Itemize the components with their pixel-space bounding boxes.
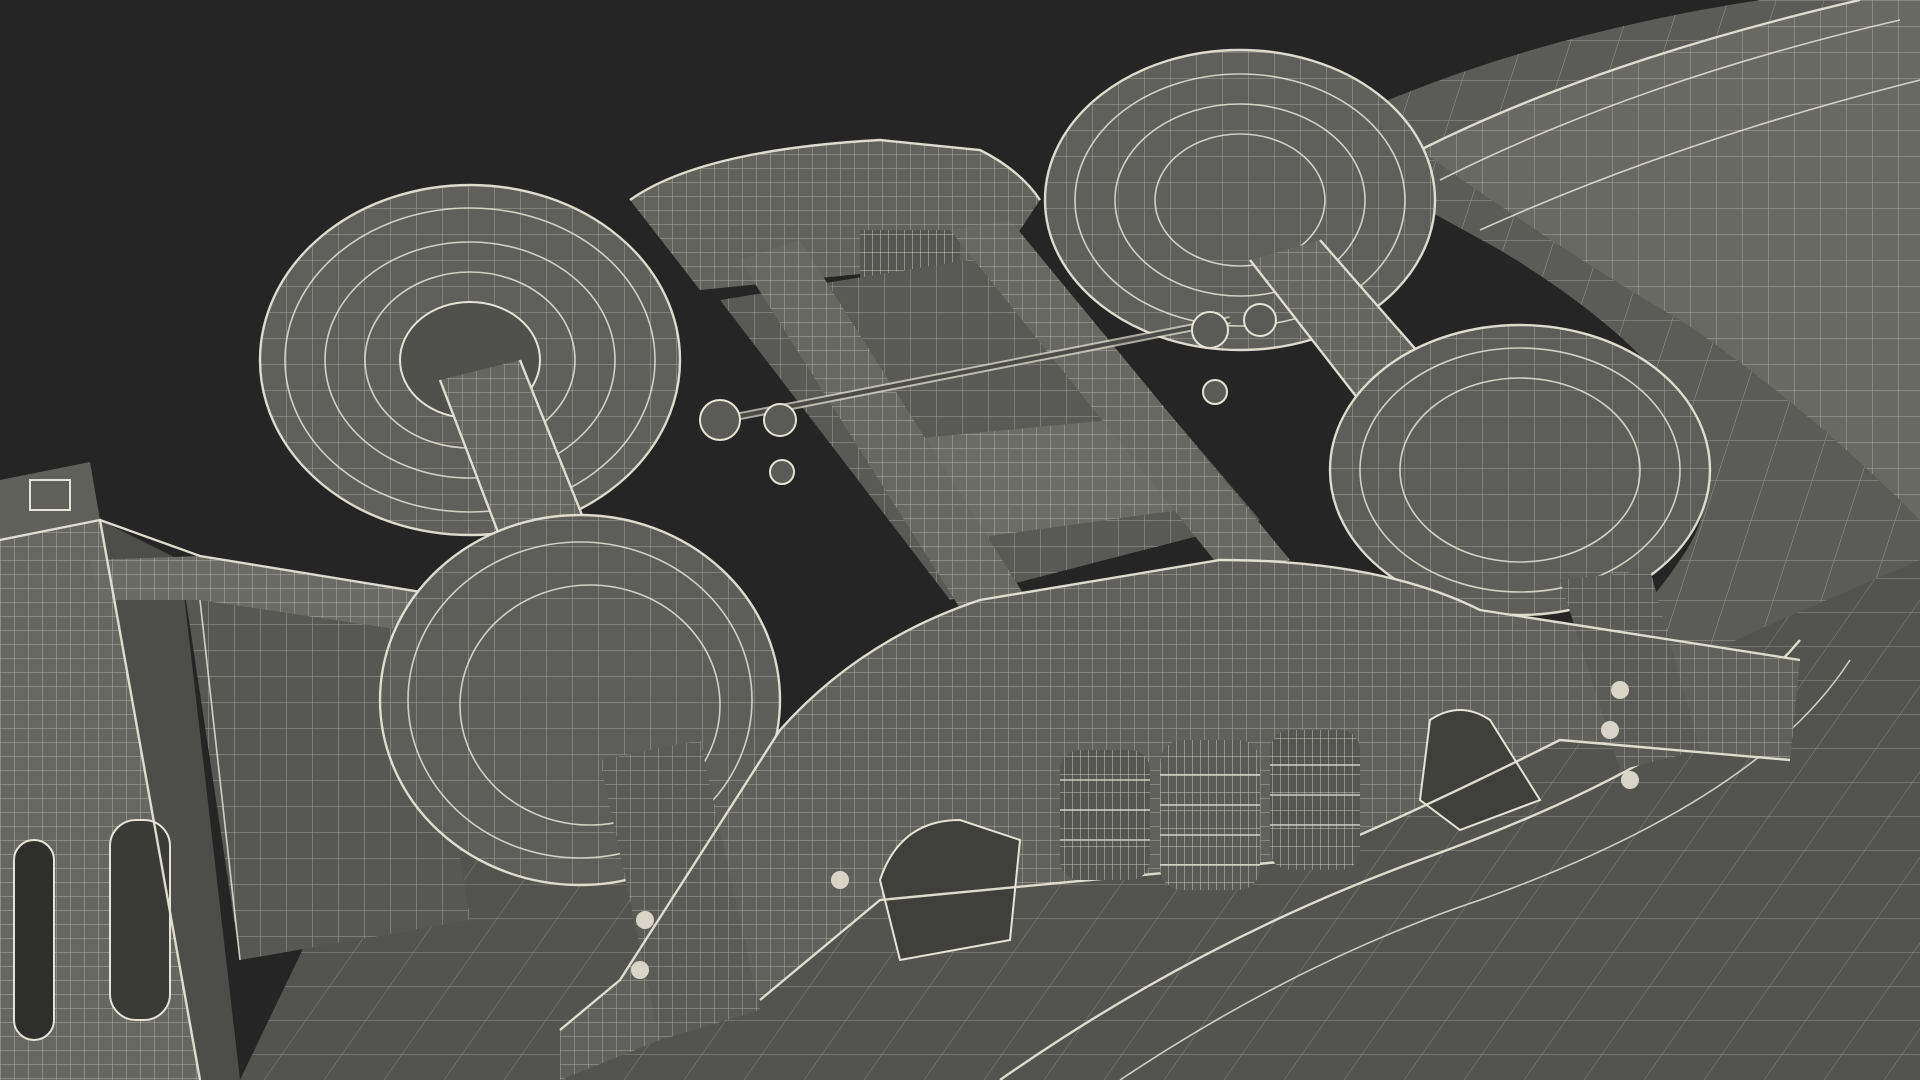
3d-viewport	[0, 0, 1920, 1080]
front-right-wheel	[1328, 323, 1712, 617]
coil-spring-group	[1060, 730, 1360, 890]
rear-left-wheel	[258, 183, 682, 537]
wireframe-render	[0, 0, 1920, 1080]
